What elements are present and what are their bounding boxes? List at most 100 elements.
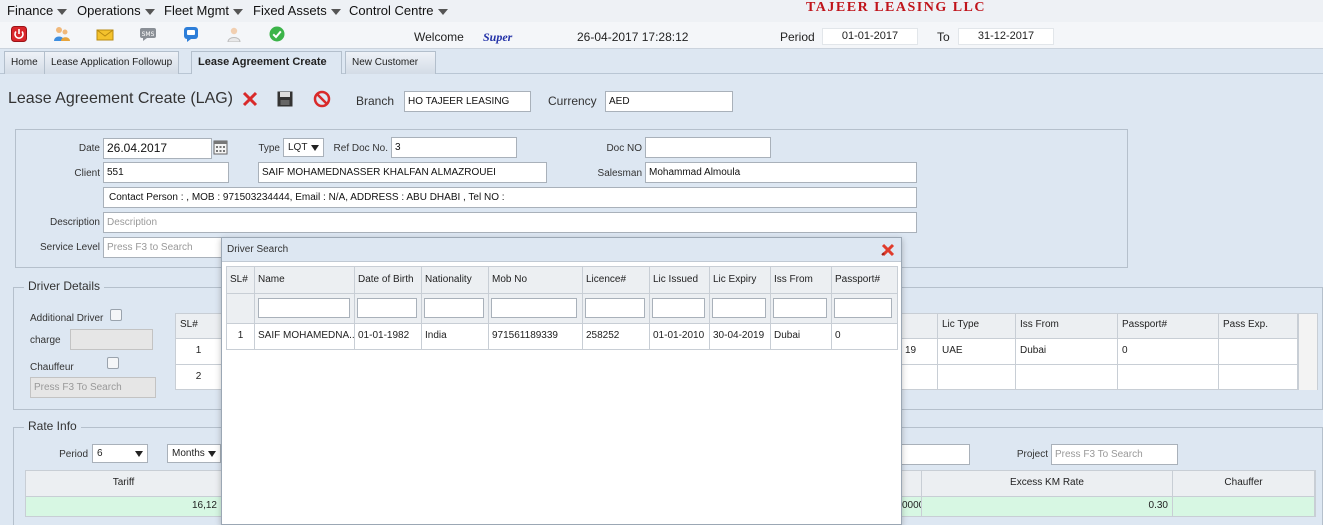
rate-chauffer-value[interactable] — [1173, 497, 1315, 517]
chauffeur-label: Chauffeur — [30, 362, 74, 373]
type-select[interactable]: LQT — [283, 138, 324, 157]
tab-home[interactable]: Home — [4, 51, 45, 74]
search-header-lic-issued: Lic Issued — [650, 266, 710, 294]
search-row-1-mob[interactable]: 971561189339 — [489, 324, 583, 350]
grid-header-passport: Passport# — [1118, 314, 1219, 339]
filter-dob-input[interactable] — [357, 298, 417, 318]
driver-row-1-lic-type[interactable]: UAE — [938, 339, 1016, 365]
rate-period-select[interactable]: 6 — [92, 444, 148, 463]
tab-lease-agreement-create[interactable]: Lease Agreement Create — [191, 51, 342, 74]
search-row-1-lic-issued[interactable]: 01-01-2010 — [650, 324, 710, 350]
driver-row-2-sl[interactable]: 2 — [176, 365, 222, 390]
client-name-field[interactable]: SAIF MOHAMEDNASSER KHALFAN ALMAZROUEI — [258, 162, 547, 183]
save-icon[interactable] — [276, 90, 294, 108]
sms-icon[interactable]: SMS — [139, 26, 156, 42]
rate-tariff-value[interactable]: 16,12 — [26, 497, 222, 517]
description-field[interactable]: Description — [103, 212, 917, 233]
filter-licence-input[interactable] — [585, 298, 645, 318]
period-to-field[interactable]: 31-12-2017 — [958, 28, 1054, 45]
username: Super — [483, 30, 513, 44]
additional-driver-checkbox[interactable] — [110, 309, 122, 321]
users-icon[interactable] — [53, 26, 70, 42]
search-row-1-iss-from[interactable]: Dubai — [771, 324, 832, 350]
chauffeur-checkbox[interactable] — [107, 357, 119, 369]
menu-operations[interactable]: Operations — [77, 3, 155, 18]
search-header-mob-no: Mob No — [489, 266, 583, 294]
tab-lease-application-followup[interactable]: Lease Application Followup — [44, 51, 180, 74]
client-code-field[interactable]: 551 — [103, 162, 229, 183]
menu-fixed-assets[interactable]: Fixed Assets — [253, 3, 341, 18]
filter-nationality-input[interactable] — [424, 298, 484, 318]
driver-row-2-pass-exp[interactable] — [1219, 365, 1298, 390]
company-name: TAJEER LEASING LLC — [806, 0, 987, 15]
driver-row-2-lic-type[interactable] — [938, 365, 1016, 390]
ref-doc-field[interactable]: 3 — [391, 137, 517, 158]
doc-no-field[interactable] — [645, 137, 771, 158]
search-row-1-sl[interactable]: 1 — [226, 324, 255, 350]
search-row-1-passport[interactable]: 0 — [832, 324, 898, 350]
search-row-1-licence[interactable]: 258252 — [583, 324, 650, 350]
search-row-1-dob[interactable]: 01-01-1982 — [355, 324, 422, 350]
period-label: Period — [780, 30, 815, 44]
filter-lic-expiry-input[interactable] — [712, 298, 766, 318]
driver-row-1-passport[interactable]: 0 — [1118, 339, 1219, 365]
driver-grid-scrollbar[interactable] — [1298, 314, 1317, 390]
filter-cell-sl — [226, 294, 255, 324]
branch-field[interactable]: HO TAJEER LEASING — [404, 91, 531, 112]
menu-finance[interactable]: Finance — [7, 3, 68, 18]
calendar-icon[interactable] — [213, 139, 228, 156]
user-help-icon[interactable] — [226, 26, 242, 43]
project-label: Project — [1016, 449, 1048, 460]
chevron-down-icon — [57, 8, 68, 15]
menu-control-centre-label: Control Centre — [349, 3, 434, 18]
rate-header-chauffer: Chauffer — [1173, 471, 1315, 497]
service-level-field[interactable]: Press F3 to Search — [103, 237, 229, 258]
driver-search-dialog: Driver Search SL# Name Date of Birth Nat… — [221, 237, 902, 525]
search-row-1-lic-expiry[interactable]: 30-04-2019 — [710, 324, 771, 350]
rate-hidden-field[interactable] — [900, 444, 970, 465]
driver-row-2-partial[interactable] — [901, 365, 938, 390]
filter-iss-from-input[interactable] — [773, 298, 827, 318]
contact-info-field[interactable]: Contact Person : , MOB : 971503234444, E… — [103, 187, 917, 208]
filter-name-input[interactable] — [258, 298, 350, 318]
driver-row-1-sl[interactable]: 1 — [176, 339, 222, 365]
rate-excess-km-value[interactable]: 0.30 — [922, 497, 1173, 517]
cancel-icon[interactable] — [241, 90, 259, 108]
mail-icon[interactable] — [96, 26, 114, 42]
driver-row-1-iss-from[interactable]: Dubai — [1016, 339, 1118, 365]
grid-header-pass-exp: Pass Exp. — [1219, 314, 1298, 339]
menu-control-centre[interactable]: Control Centre — [349, 3, 448, 18]
driver-row-1-partial[interactable]: 19 — [901, 339, 938, 365]
filter-lic-issued-input[interactable] — [652, 298, 705, 318]
date-field[interactable]: 26.04.2017 — [103, 138, 212, 159]
chat-icon[interactable] — [183, 26, 199, 42]
chevron-down-icon — [437, 8, 448, 15]
driver-row-1-pass-exp[interactable] — [1219, 339, 1298, 365]
menu-finance-label: Finance — [7, 3, 54, 18]
driver-row-2-passport[interactable] — [1118, 365, 1219, 390]
driver-row-2-iss-from[interactable] — [1016, 365, 1118, 390]
filter-passport-input[interactable] — [834, 298, 892, 318]
chauffeur-search-field[interactable]: Press F3 To Search — [30, 377, 156, 398]
currency-field[interactable]: AED — [605, 91, 733, 112]
block-icon[interactable] — [313, 90, 331, 108]
rate-unit-select[interactable]: Months — [167, 444, 221, 463]
menu-bar: Finance Operations Fleet Mgmt Fixed Asse… — [0, 0, 1323, 22]
period-from-field[interactable]: 01-01-2017 — [822, 28, 918, 45]
currency-label: Currency — [548, 94, 597, 108]
salesman-field[interactable]: Mohammad Almoula — [645, 162, 917, 183]
menu-fleet-mgmt[interactable]: Fleet Mgmt — [164, 3, 244, 18]
filter-mob-input[interactable] — [491, 298, 577, 318]
tab-new-customer[interactable]: New Customer — [345, 51, 436, 74]
chevron-down-icon — [233, 8, 244, 15]
project-field[interactable]: Press F3 To Search — [1051, 444, 1178, 465]
power-icon[interactable] — [11, 26, 27, 42]
ref-doc-label: Ref Doc No. — [333, 143, 388, 154]
salesman-label: Salesman — [597, 168, 642, 179]
search-row-1-name[interactable]: SAIF MOHAMEDNA... — [255, 324, 355, 350]
rate-partial-value[interactable]: 0000 — [901, 497, 922, 517]
check-icon[interactable] — [269, 26, 285, 42]
close-icon[interactable] — [880, 242, 896, 258]
search-row-1-nationality[interactable]: India — [422, 324, 489, 350]
charge-field[interactable] — [70, 329, 153, 350]
